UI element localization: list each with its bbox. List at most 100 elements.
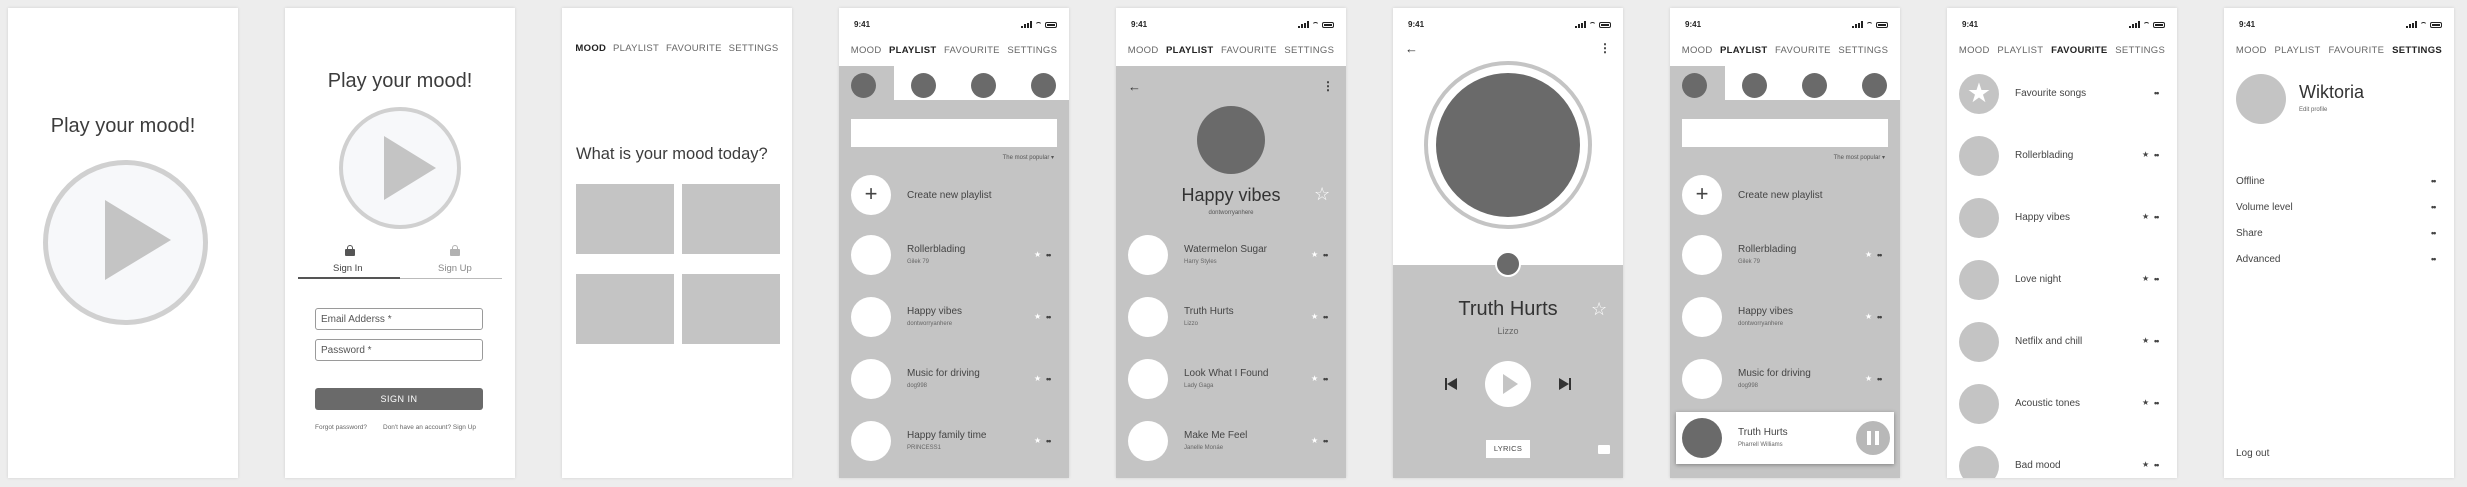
star-icon[interactable]: ★	[1311, 250, 1318, 259]
sort-dropdown[interactable]: The most popular ▾	[1834, 154, 1885, 161]
playlist-title[interactable]: Music for driving	[907, 368, 980, 379]
song-title[interactable]: Look What I Found	[1184, 368, 1269, 379]
more-icon[interactable]: ••	[1323, 374, 1328, 384]
play-button[interactable]	[43, 160, 208, 325]
more-icon[interactable]: ••	[1323, 312, 1328, 322]
next-icon[interactable]	[1559, 378, 1571, 390]
star-icon[interactable]: ★	[1311, 312, 1318, 321]
tab-mood[interactable]: MOOD	[1682, 45, 1713, 56]
more-icon[interactable]: ••	[2431, 228, 2436, 238]
tab-playlist[interactable]: PLAYLIST	[1997, 45, 2043, 56]
tab-playlist[interactable]: PLAYLIST	[1166, 45, 1213, 56]
avatar[interactable]	[1862, 73, 1887, 98]
playlist-cover[interactable]	[851, 235, 891, 275]
song-cover[interactable]	[1128, 359, 1168, 399]
menu-icon[interactable]: ⋮	[1599, 41, 1611, 55]
search-input[interactable]	[851, 119, 1057, 147]
mood-tile[interactable]	[682, 184, 780, 254]
more-icon[interactable]: ••	[2154, 398, 2159, 408]
more-icon[interactable]: ••	[1323, 436, 1328, 446]
tab-mood[interactable]: MOOD	[2236, 45, 2267, 56]
more-icon[interactable]: ••	[1046, 250, 1051, 260]
mood-tile[interactable]	[682, 274, 780, 344]
more-icon[interactable]: ••	[1046, 374, 1051, 384]
favourite-title[interactable]: Favourite songs	[2015, 88, 2086, 99]
playlist-cover[interactable]	[1682, 297, 1722, 337]
more-icon[interactable]: ••	[1877, 374, 1882, 384]
play-button[interactable]	[1485, 361, 1531, 407]
favourite-cover[interactable]: ★	[1959, 74, 1999, 114]
mood-tile[interactable]	[576, 274, 674, 344]
star-icon[interactable]: ★	[2142, 398, 2149, 407]
pause-button[interactable]	[1856, 421, 1890, 455]
star-icon[interactable]: ★	[1034, 250, 1041, 259]
playlist-cover[interactable]	[851, 297, 891, 337]
more-icon[interactable]: ••	[1046, 436, 1051, 446]
playlist-title[interactable]: Rollerblading	[1738, 244, 1796, 255]
menu-icon[interactable]: ⋮	[1322, 79, 1334, 93]
song-title[interactable]: Make Me Feel	[1184, 430, 1247, 441]
avatar[interactable]	[1802, 73, 1827, 98]
song-title[interactable]: Watermelon Sugar	[1184, 244, 1267, 255]
favourite-cover[interactable]	[1959, 198, 1999, 238]
email-field[interactable]: Email Adderss *	[315, 308, 483, 330]
tab-favourite[interactable]: FAVOURITE	[1221, 45, 1277, 56]
song-title[interactable]: Truth Hurts	[1184, 306, 1234, 317]
playlist-cover[interactable]	[851, 359, 891, 399]
avatar[interactable]	[1682, 73, 1707, 98]
favourite-cover[interactable]	[1959, 136, 1999, 176]
create-playlist-button[interactable]: +	[1682, 175, 1722, 215]
favourite-cover[interactable]	[1959, 260, 1999, 300]
star-icon[interactable]: ★	[1034, 312, 1041, 321]
star-icon[interactable]: ★	[2142, 274, 2149, 283]
playlist-cover[interactable]	[1682, 359, 1722, 399]
tab-settings[interactable]: SETTINGS	[1838, 45, 1888, 56]
favourite-title[interactable]: Happy vibes	[2015, 212, 2070, 223]
avatar[interactable]	[911, 73, 936, 98]
more-icon[interactable]: ••	[2154, 460, 2159, 470]
password-field[interactable]: Password *	[315, 339, 483, 361]
create-playlist-button[interactable]: +	[851, 175, 891, 215]
star-icon[interactable]: ★	[2142, 150, 2149, 159]
create-playlist-label[interactable]: Create new playlist	[907, 190, 991, 201]
more-icon[interactable]: ••	[1046, 312, 1051, 322]
more-icon[interactable]: ••	[1323, 250, 1328, 260]
mini-player[interactable]: Truth Hurts Pharrell Williams	[1676, 412, 1894, 464]
star-icon[interactable]: ★	[2142, 460, 2149, 469]
logout-link[interactable]: Log out	[2236, 448, 2269, 459]
tab-mood[interactable]: MOOD	[851, 45, 882, 56]
tab-settings[interactable]: SETTINGS	[729, 43, 779, 54]
more-icon[interactable]: ••	[2431, 254, 2436, 264]
previous-icon[interactable]	[1445, 378, 1457, 390]
favourite-cover[interactable]	[1959, 446, 1999, 478]
tab-favourite[interactable]: FAVOURITE	[2051, 45, 2107, 56]
tab-playlist[interactable]: PLAYLIST	[2275, 45, 2321, 56]
star-icon[interactable]: ★	[1034, 374, 1041, 383]
tab-settings[interactable]: SETTINGS	[1284, 45, 1334, 56]
playlist-title[interactable]: Happy vibes	[1738, 306, 1793, 317]
song-cover[interactable]	[1128, 421, 1168, 461]
star-icon[interactable]: ★	[1865, 250, 1872, 259]
playlist-title[interactable]: Music for driving	[1738, 368, 1811, 379]
more-icon[interactable]: ••	[1877, 250, 1882, 260]
tab-mood[interactable]: MOOD	[1128, 45, 1159, 56]
playlist-title[interactable]: Happy vibes	[907, 306, 962, 317]
tab-playlist[interactable]: PLAYLIST	[613, 43, 659, 54]
avatar[interactable]	[2236, 74, 2286, 124]
avatar[interactable]	[971, 73, 996, 98]
favourite-title[interactable]: Rollerblading	[2015, 150, 2073, 161]
avatar[interactable]	[1031, 73, 1056, 98]
forgot-password-link[interactable]: Forgot password?	[315, 424, 367, 431]
more-icon[interactable]: ••	[2154, 212, 2159, 222]
favourite-title[interactable]: Netfilx and chill	[2015, 336, 2082, 347]
tab-favourite[interactable]: FAVOURITE	[1775, 45, 1831, 56]
tab-settings[interactable]: SETTINGS	[2115, 45, 2165, 56]
more-icon[interactable]: ••	[1877, 312, 1882, 322]
avatar[interactable]	[851, 73, 876, 98]
playlist-title[interactable]: Rollerblading	[907, 244, 965, 255]
mood-tile[interactable]	[576, 184, 674, 254]
star-icon[interactable]: ★	[1865, 374, 1872, 383]
star-icon[interactable]: ★	[1865, 312, 1872, 321]
search-input[interactable]	[1682, 119, 1888, 147]
more-icon[interactable]: ••	[2154, 88, 2159, 98]
